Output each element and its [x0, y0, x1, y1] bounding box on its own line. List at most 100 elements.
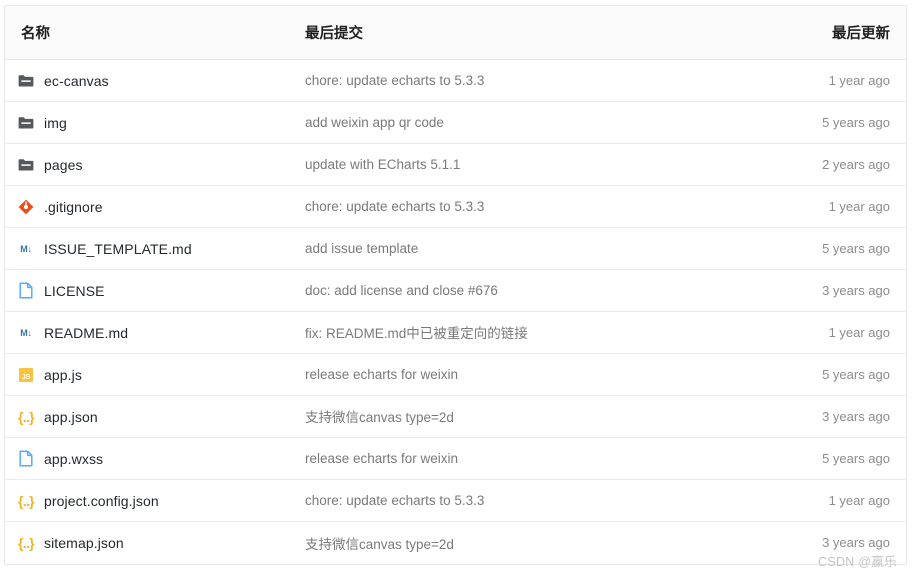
cell-updated-time: 5 years ago	[746, 240, 906, 258]
cell-name: {..} project.config.json	[5, 492, 305, 510]
cell-commit-message: chore: update echarts to 5.3.3	[305, 198, 746, 216]
repository-file-browser: 名称 最后提交 最后更新 ec-canvas chore: update echa…	[0, 0, 915, 574]
commit-message-link[interactable]: fix: README.md中已被重定向的链接	[305, 326, 528, 341]
commit-message-link[interactable]: 支持微信canvas type=2d	[305, 537, 454, 552]
cell-name: M↓ README.md	[5, 324, 305, 342]
relative-time: 5 years ago	[822, 114, 890, 130]
cell-commit-message: release echarts for weixin	[305, 366, 746, 384]
cell-name: .gitignore	[5, 198, 305, 216]
cell-commit-message: add weixin app qr code	[305, 114, 746, 132]
cell-commit-message: 支持微信canvas type=2d	[305, 533, 746, 554]
table-row[interactable]: {..} app.json 支持微信canvas type=2d 3 years ag…	[5, 396, 906, 438]
relative-time: 5 years ago	[822, 366, 890, 382]
relative-time: 1 year ago	[828, 72, 890, 88]
table-body: ec-canvas chore: update echarts to 5.3.3 1…	[5, 60, 906, 564]
table-row[interactable]: img add weixin app qr code 5 years ago	[5, 102, 906, 144]
file-name-link[interactable]: ec-canvas	[44, 73, 109, 89]
commit-message-link[interactable]: chore: update echarts to 5.3.3	[305, 73, 484, 88]
commit-message-link[interactable]: chore: update echarts to 5.3.3	[305, 493, 484, 508]
commit-message-link[interactable]: add weixin app qr code	[305, 115, 444, 130]
commit-message-link[interactable]: chore: update echarts to 5.3.3	[305, 199, 484, 214]
commit-message-link[interactable]: release echarts for weixin	[305, 451, 458, 466]
javascript-icon: JS	[17, 366, 35, 384]
table-header-row: 名称 最后提交 最后更新	[5, 6, 906, 60]
relative-time: 3 years ago	[822, 408, 890, 424]
cell-updated-time: 1 year ago	[746, 324, 906, 342]
cell-updated-time: 5 years ago	[746, 366, 906, 384]
file-name-link[interactable]: app.wxss	[44, 451, 103, 467]
file-list-table: 名称 最后提交 最后更新 ec-canvas chore: update echa…	[4, 5, 907, 565]
cell-commit-message: update with ECharts 5.1.1	[305, 156, 746, 174]
json-icon: {..}	[17, 408, 35, 426]
table-row[interactable]: pages update with ECharts 5.1.1 2 years ag…	[5, 144, 906, 186]
column-header-name: 名称	[21, 26, 50, 42]
json-icon: {..}	[17, 492, 35, 510]
markdown-glyph: M↓	[20, 243, 32, 254]
relative-time: 3 years ago	[822, 535, 890, 550]
cell-commit-message: fix: README.md中已被重定向的链接	[305, 322, 746, 343]
file-name-link[interactable]: app.json	[44, 409, 98, 425]
relative-time: 5 years ago	[822, 240, 890, 256]
document-icon	[17, 282, 35, 300]
commit-message-link[interactable]: doc: add license and close #676	[305, 283, 498, 298]
table-row[interactable]: .gitignore chore: update echarts to 5.3.3…	[5, 186, 906, 228]
file-name-link[interactable]: LICENSE	[44, 283, 105, 299]
cell-name: app.wxss	[5, 450, 305, 468]
json-glyph: {..}	[18, 492, 35, 509]
table-row[interactable]: {..} project.config.json chore: update ech…	[5, 480, 906, 522]
cell-updated-time: 1 year ago	[746, 198, 906, 216]
file-name-link[interactable]: README.md	[44, 325, 128, 341]
git-icon	[17, 198, 35, 216]
markdown-glyph: M↓	[20, 327, 32, 338]
cell-updated-time: 5 years ago	[746, 114, 906, 132]
relative-time: 1 year ago	[828, 324, 890, 340]
markdown-icon: M↓	[17, 240, 35, 258]
column-header-updated: 最后更新	[832, 26, 890, 42]
folder-icon	[17, 114, 35, 132]
json-icon: {..}	[17, 534, 35, 552]
relative-time: 2 years ago	[822, 156, 890, 172]
javascript-glyph: JS	[19, 367, 33, 382]
cell-commit-message: add issue template	[305, 240, 746, 258]
cell-updated-time: 3 years ago	[746, 408, 906, 426]
cell-name: pages	[5, 156, 305, 174]
folder-icon	[17, 72, 35, 90]
commit-message-link[interactable]: release echarts for weixin	[305, 367, 458, 382]
table-row[interactable]: M↓ README.md fix: README.md中已被重定向的链接 1 year…	[5, 312, 906, 354]
table-row[interactable]: M↓ ISSUE_TEMPLATE.md add issue template 5 y…	[5, 228, 906, 270]
file-name-link[interactable]: sitemap.json	[44, 535, 124, 551]
table-row[interactable]: JS app.js release echarts for weixin 5 year…	[5, 354, 906, 396]
commit-message-link[interactable]: add issue template	[305, 241, 418, 256]
file-name-link[interactable]: project.config.json	[44, 493, 159, 509]
file-name-link[interactable]: .gitignore	[44, 199, 103, 215]
commit-message-link[interactable]: update with ECharts 5.1.1	[305, 157, 460, 172]
file-name-link[interactable]: img	[44, 115, 67, 131]
relative-time: 1 year ago	[828, 492, 890, 508]
relative-time: 1 year ago	[828, 198, 890, 214]
cell-updated-time: 1 year ago	[746, 72, 906, 90]
document-icon	[17, 450, 35, 468]
file-name-link[interactable]: app.js	[44, 367, 82, 383]
file-name-link[interactable]: ISSUE_TEMPLATE.md	[44, 241, 192, 257]
json-glyph: {..}	[18, 535, 35, 551]
cell-name: ec-canvas	[5, 72, 305, 90]
cell-commit-message: chore: update echarts to 5.3.3	[305, 72, 746, 90]
table-row[interactable]: LICENSE doc: add license and close #676 3 …	[5, 270, 906, 312]
cell-updated-time: 3 years ago	[746, 282, 906, 300]
cell-commit-message: 支持微信canvas type=2d	[305, 406, 746, 427]
file-name-link[interactable]: pages	[44, 157, 83, 173]
json-glyph: {..}	[18, 408, 35, 425]
cell-name: {..} app.json	[5, 408, 305, 426]
commit-message-link[interactable]: 支持微信canvas type=2d	[305, 410, 454, 425]
folder-icon	[17, 156, 35, 174]
cell-commit-message: doc: add license and close #676	[305, 282, 746, 300]
cell-name: M↓ ISSUE_TEMPLATE.md	[5, 240, 305, 258]
table-row[interactable]: ec-canvas chore: update echarts to 5.3.3 1…	[5, 60, 906, 102]
table-row[interactable]: {..} sitemap.json 支持微信canvas type=2d 3 year…	[5, 522, 906, 564]
markdown-icon: M↓	[17, 324, 35, 342]
cell-updated-time: 2 years ago	[746, 156, 906, 174]
cell-updated-time: 3 years ago	[746, 534, 906, 552]
csdn-watermark: CSDN @赢乐	[818, 555, 897, 569]
table-row[interactable]: app.wxss release echarts for weixin 5 year…	[5, 438, 906, 480]
column-header-commit: 最后提交	[305, 26, 363, 42]
